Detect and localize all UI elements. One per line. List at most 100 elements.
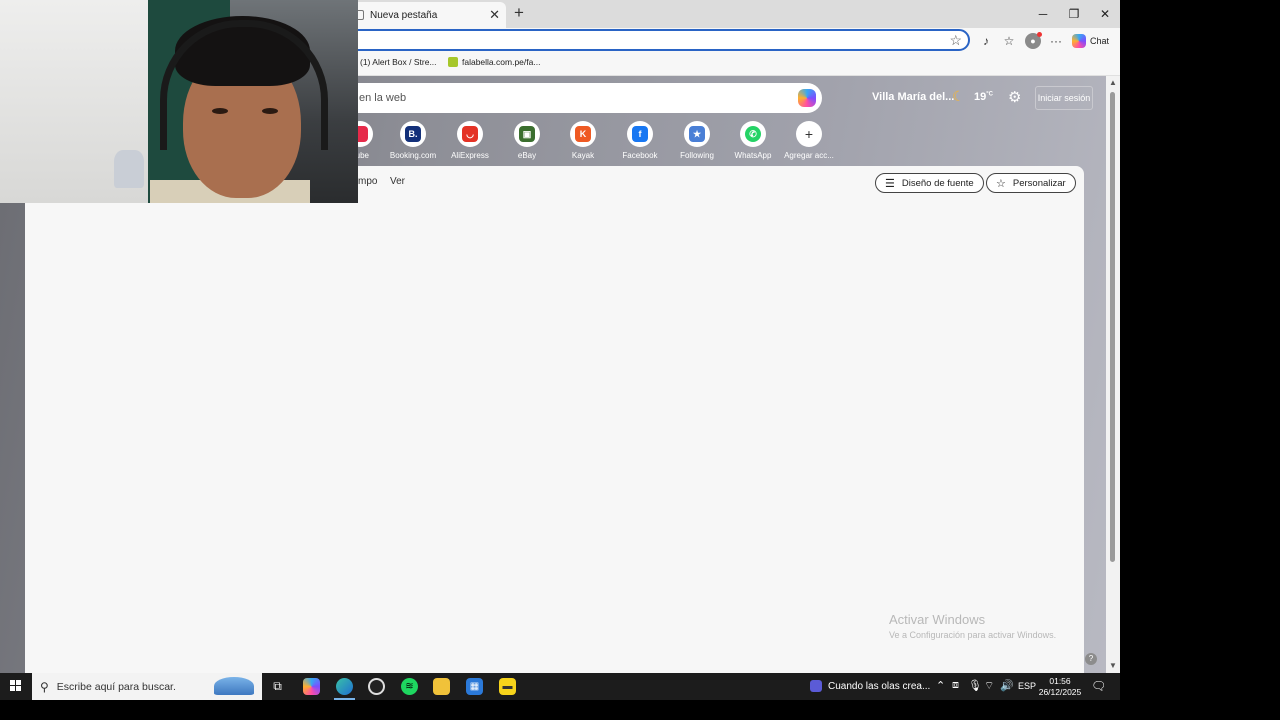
quick-link-label: Agregar acc... <box>784 151 834 160</box>
tab-new-tab[interactable]: Nueva pestaña ✕ <box>350 2 506 28</box>
activate-subtitle: Ve a Configuración para activar Windows. <box>889 630 1057 640</box>
favorite-star-icon[interactable]: ☆ <box>949 32 962 49</box>
help-icon[interactable]: ? <box>1085 653 1097 665</box>
vertical-scrollbar[interactable]: ▲ ▼ <box>1106 76 1120 673</box>
chat-label: Chat <box>1090 36 1110 46</box>
volume-icon[interactable]: 🔊 <box>1000 679 1014 692</box>
add-icon: + <box>796 121 822 147</box>
whatsapp-icon: ✆ <box>740 121 766 147</box>
maximize-button[interactable]: ❐ <box>1059 4 1089 24</box>
quick-link-add[interactable]: + Agregar acc... <box>781 121 837 160</box>
taskbar-clock[interactable]: 01:56 26/12/2025 <box>1038 676 1082 698</box>
search-highlight-icon <box>214 677 254 695</box>
network-icon[interactable]: ⌔ <box>984 679 994 693</box>
notifications-icon[interactable]: 🗨 <box>1091 679 1106 693</box>
tab-title: Nueva pestaña <box>370 9 438 21</box>
favorite-label: (1) Alert Box / Stre... <box>360 57 437 67</box>
clock-app-icon[interactable] <box>368 678 385 695</box>
following-icon: ★ <box>684 121 710 147</box>
favorites-icon[interactable]: ☆ <box>1001 33 1017 49</box>
booking-icon: B. <box>400 121 426 147</box>
sliders-icon: ☰ <box>885 177 895 190</box>
moon-weather-icon: ☾ <box>952 88 965 104</box>
favorite-alert-box[interactable]: (1) Alert Box / Stre... <box>360 57 437 67</box>
media-title: Cuando las olas crea... <box>828 680 931 692</box>
quick-link-label: eBay <box>517 151 537 160</box>
star-sparkle-icon: ☆ <box>996 177 1006 190</box>
quick-link-label: Kayak <box>571 151 595 160</box>
feed-tab-view[interactable]: Ver <box>390 176 405 187</box>
quick-link-following[interactable]: ★ Following <box>669 121 725 160</box>
quick-link-aliexpress[interactable]: ◡ AliExpress <box>442 121 498 160</box>
task-view-icon[interactable]: ⧉ <box>269 678 286 695</box>
copilot-icon[interactable] <box>798 89 816 107</box>
address-bar[interactable]: ☆ <box>340 29 970 51</box>
font-design-label: Diseño de fuente <box>901 177 974 189</box>
profile-avatar-icon[interactable]: ● <box>1025 32 1042 49</box>
quick-link-label: Facebook <box>622 151 658 160</box>
tab-close-button[interactable]: ✕ <box>489 7 500 23</box>
settings-gear-icon[interactable]: ⚙ <box>1008 88 1021 106</box>
customize-button[interactable]: ☆ Personalizar <box>986 173 1076 193</box>
minimize-button[interactable]: ─ <box>1028 4 1058 24</box>
new-tab-button[interactable]: + <box>510 3 528 23</box>
more-options-icon[interactable]: ··· <box>1048 33 1064 49</box>
sticky-notes-icon[interactable]: ▬ <box>499 678 516 695</box>
quick-link-booking[interactable]: B. Booking.com <box>385 121 441 160</box>
language-indicator[interactable]: ESP <box>1018 681 1036 691</box>
quick-link-ebay[interactable]: ▣ eBay <box>499 121 555 160</box>
activate-title: Activar Windows <box>889 612 986 627</box>
feed-tab-weather[interactable]: mpo <box>358 176 377 187</box>
sign-in-button[interactable]: Iniciar sesión <box>1035 86 1093 110</box>
copilot-icon <box>1072 34 1086 48</box>
tray-chevron-icon[interactable]: ⌃ <box>936 679 945 692</box>
taskbar-search-box[interactable]: ⚲ Escribe aquí para buscar. <box>32 673 262 700</box>
windows-taskbar: ⚲ Escribe aquí para buscar. ⧉ ≋ ▦ ▬ Cuan… <box>0 673 1120 700</box>
edge-browser-icon[interactable] <box>334 678 355 700</box>
notification-dot <box>1037 32 1042 37</box>
quick-link-kayak[interactable]: K Kayak <box>555 121 611 160</box>
quick-link-label: AliExpress <box>451 151 489 160</box>
falabella-icon <box>448 57 458 67</box>
clock-date: 26/12/2025 <box>1038 687 1082 697</box>
kayak-icon: K <box>570 121 596 147</box>
quick-link-label: Following <box>680 151 714 160</box>
copilot-app-icon[interactable] <box>303 678 320 695</box>
weather-temperature[interactable]: 19°C <box>974 91 993 103</box>
aliexpress-icon: ◡ <box>457 121 483 147</box>
windows-start-icon[interactable] <box>10 680 22 692</box>
quick-link-label: WhatsApp <box>734 151 772 160</box>
activate-windows-watermark: Activar Windows Ve a Configuración para … <box>889 612 1056 640</box>
scroll-up-arrow-icon[interactable]: ▲ <box>1109 78 1117 87</box>
quick-link-label: Booking.com <box>389 151 437 160</box>
close-window-button[interactable]: ✕ <box>1090 4 1120 24</box>
microphone-icon[interactable]: 🎙 <box>968 679 982 692</box>
webcam-object <box>114 150 144 188</box>
clock-time: 01:56 <box>1049 676 1071 686</box>
favorite-falabella[interactable]: falabella.com.pe/fa... <box>448 57 540 67</box>
microsoft-store-icon[interactable]: ▦ <box>466 678 483 695</box>
customize-label: Personalizar <box>1012 177 1066 189</box>
media-widget[interactable]: Cuando las olas crea... <box>810 680 930 692</box>
quick-link-facebook[interactable]: f Facebook <box>612 121 668 160</box>
weather-location[interactable]: Villa María del... <box>872 91 954 103</box>
web-search-box[interactable]: en la web <box>340 83 822 113</box>
media-play-icon <box>810 680 822 692</box>
ebay-icon: ▣ <box>514 121 540 147</box>
webcam-overlay <box>0 0 358 203</box>
read-aloud-icon[interactable]: ♪ <box>978 33 994 49</box>
tray-app-icon[interactable]: ⧈ <box>952 679 959 692</box>
favorite-label: falabella.com.pe/fa... <box>462 57 541 67</box>
scrollbar-thumb[interactable] <box>1110 92 1115 562</box>
desktop-black-area <box>1120 0 1280 673</box>
taskbar-search-placeholder: Escribe aquí para buscar. <box>56 680 176 693</box>
search-placeholder: en la web <box>359 92 407 104</box>
font-design-button[interactable]: ☰ Diseño de fuente <box>875 173 984 193</box>
scroll-down-arrow-icon[interactable]: ▼ <box>1109 661 1117 670</box>
file-explorer-icon[interactable] <box>433 678 450 695</box>
copilot-chat-button[interactable]: Chat <box>1072 32 1109 50</box>
facebook-icon: f <box>627 121 653 147</box>
spotify-icon[interactable]: ≋ <box>401 678 418 695</box>
feed-card <box>25 166 1084 673</box>
quick-link-whatsapp[interactable]: ✆ WhatsApp <box>725 121 781 160</box>
